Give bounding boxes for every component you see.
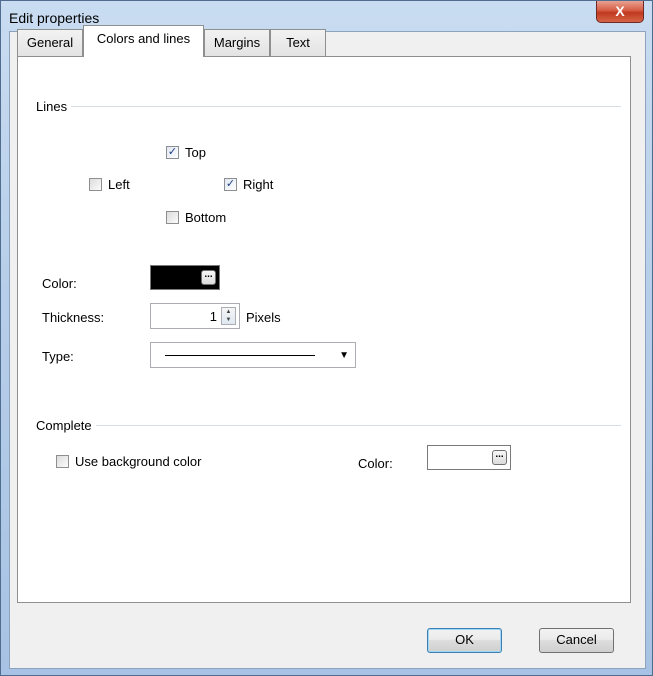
dropdown-icon: ▼ bbox=[339, 350, 349, 361]
line-type-sample bbox=[165, 355, 315, 356]
complete-group-divider bbox=[36, 425, 621, 426]
check-icon: ✓ bbox=[224, 178, 237, 191]
tab-label: Margins bbox=[213, 35, 261, 50]
thickness-spinner[interactable]: 1 ▲ ▼ bbox=[150, 303, 240, 329]
spin-up-icon[interactable]: ▲ bbox=[226, 309, 232, 315]
tab-label: Text bbox=[286, 35, 310, 50]
tab-label: Colors and lines bbox=[96, 31, 191, 46]
checkbox-box bbox=[89, 178, 102, 191]
ok-button[interactable]: OK bbox=[427, 628, 502, 653]
window-title: Edit properties bbox=[9, 10, 100, 26]
tab-colors-and-lines[interactable]: Colors and lines bbox=[83, 25, 204, 57]
tab-margins[interactable]: Margins bbox=[204, 29, 270, 56]
spin-down-icon[interactable]: ▼ bbox=[226, 317, 232, 323]
bottom-checkbox[interactable]: Bottom bbox=[166, 210, 226, 225]
checkbox-box bbox=[166, 211, 179, 224]
bottom-label: Bottom bbox=[185, 210, 227, 225]
left-checkbox[interactable]: Left bbox=[89, 177, 130, 192]
checkbox-box bbox=[56, 455, 69, 468]
left-label: Left bbox=[108, 177, 130, 192]
complete-group-title: Complete bbox=[36, 418, 96, 433]
close-icon: X bbox=[615, 3, 625, 19]
complete-color-label: Color: bbox=[358, 456, 393, 471]
tab-panel: Lines ✓ Top Left ✓ Right Bottom Color: .… bbox=[17, 56, 631, 603]
cancel-button[interactable]: Cancel bbox=[539, 628, 614, 653]
use-bg-color-checkbox[interactable]: Use background color bbox=[56, 454, 201, 469]
cancel-label: Cancel bbox=[556, 632, 597, 647]
thickness-label: Thickness: bbox=[42, 310, 105, 325]
color-label: Color: bbox=[42, 276, 77, 291]
lines-group-title: Lines bbox=[36, 99, 72, 114]
line-type-select[interactable]: ▼ bbox=[150, 342, 356, 368]
lines-group-divider bbox=[36, 106, 621, 107]
line-color-swatch[interactable]: ... bbox=[150, 265, 220, 290]
pixels-label: Pixels bbox=[246, 310, 281, 325]
top-label: Top bbox=[185, 145, 206, 160]
spin-arrows-icon[interactable]: ▲ ▼ bbox=[221, 307, 236, 325]
thickness-value: 1 bbox=[209, 309, 217, 324]
type-label: Type: bbox=[42, 349, 74, 364]
ellipsis-icon[interactable]: ... bbox=[201, 270, 216, 285]
dialog-window: Edit properties X General Colors and lin… bbox=[0, 0, 653, 676]
ellipsis-icon[interactable]: ... bbox=[492, 450, 507, 465]
top-checkbox[interactable]: ✓ Top bbox=[166, 145, 206, 160]
ok-label: OK bbox=[455, 632, 474, 647]
tab-general[interactable]: General bbox=[17, 29, 83, 56]
use-bg-color-label: Use background color bbox=[75, 454, 202, 469]
bg-color-swatch[interactable]: ... bbox=[427, 445, 511, 470]
right-checkbox[interactable]: ✓ Right bbox=[224, 177, 273, 192]
tab-label: General bbox=[26, 35, 74, 50]
right-label: Right bbox=[243, 177, 274, 192]
tab-text[interactable]: Text bbox=[270, 29, 326, 56]
close-button[interactable]: X bbox=[596, 1, 644, 23]
check-icon: ✓ bbox=[166, 146, 179, 159]
